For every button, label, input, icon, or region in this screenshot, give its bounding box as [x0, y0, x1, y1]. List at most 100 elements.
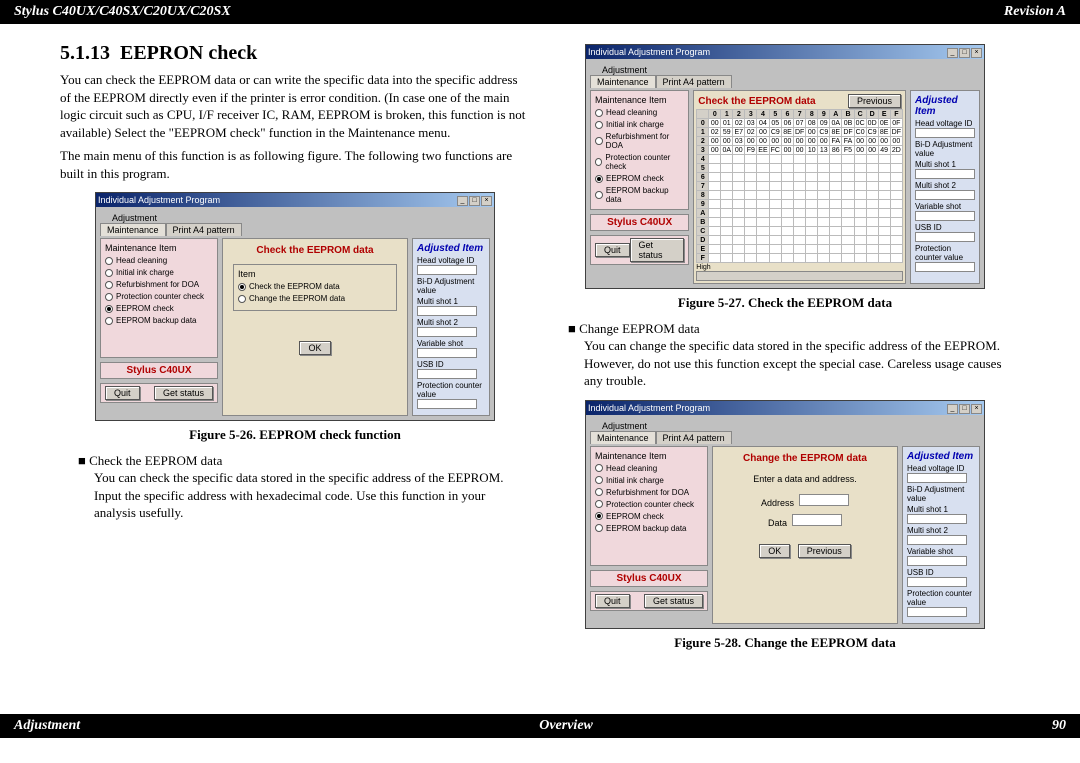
fig28-caption: Figure 5-28. Change the EEPROM data	[550, 635, 1020, 651]
data-input[interactable]	[792, 514, 842, 526]
bullet-change-eeprom: Change EEPROM data You can change the sp…	[568, 321, 1020, 390]
fig28-window: Individual Adjustment Program _□× Adjust…	[585, 400, 985, 629]
hex-grid: 0123456789ABCDEF0000102030405060708090A0…	[696, 109, 903, 263]
maint-legend: Maintenance Item	[105, 243, 213, 253]
radio-opt-change[interactable]: Change the EEPROM data	[238, 294, 392, 303]
bullet-check-eeprom: Check the EEPROM data You can check the …	[78, 453, 530, 522]
center-panel: Check the EEPROM data Item Check the EEP…	[222, 238, 408, 416]
fld-vs: Variable shot	[417, 339, 485, 358]
quit-button[interactable]: Quit	[595, 594, 630, 608]
fig26-window: Individual Adjustment Program _□× Adjust…	[95, 192, 495, 421]
right-column: Individual Adjustment Program _□× Adjust…	[550, 34, 1020, 694]
max-icon[interactable]: □	[959, 48, 970, 58]
max-icon[interactable]: □	[469, 196, 480, 206]
tab-maintenance[interactable]: Maintenance	[100, 223, 166, 236]
model-panel: Stylus C40UX	[100, 362, 218, 379]
radio-eeprom-backup[interactable]: EEPROM backup data	[105, 316, 213, 325]
tab-row: Maintenance Print A4 pattern	[100, 223, 490, 236]
header-right: Revision A	[1004, 4, 1066, 20]
tab-maintenance[interactable]: Maintenance	[590, 431, 656, 444]
bullet-list-2: Change EEPROM data You can change the sp…	[568, 321, 1020, 390]
address-input[interactable]	[799, 494, 849, 506]
ok-button[interactable]: OK	[759, 544, 790, 558]
window-body: Adjustment Maintenance Print A4 pattern …	[96, 207, 494, 420]
fld-ms2: Multi shot 2	[417, 318, 485, 337]
radio-opt-check[interactable]: Check the EEPROM data	[238, 282, 392, 291]
fig26-caption: Figure 5-26. EEPROM check function	[60, 427, 530, 443]
quit-button[interactable]: Quit	[595, 243, 630, 257]
min-icon[interactable]: _	[947, 404, 958, 414]
tab-maintenance[interactable]: Maintenance	[590, 75, 656, 88]
quit-button[interactable]: Quit	[105, 386, 140, 400]
center-title: Check the EEPROM data	[227, 245, 403, 256]
max-icon[interactable]: □	[959, 404, 970, 414]
radio-initial-ink[interactable]: Initial ink charge	[105, 268, 213, 277]
tab-print-a4[interactable]: Print A4 pattern	[166, 223, 242, 236]
tab-print-a4[interactable]: Print A4 pattern	[656, 431, 732, 444]
footer-center: Overview	[539, 718, 593, 734]
panels-row: Maintenance Item Head cleaning Initial i…	[100, 238, 490, 416]
high-label: High	[696, 264, 903, 271]
figure-27: Individual Adjustment Program _□× Adjust…	[550, 44, 1020, 289]
fld-ms1: Multi shot 1	[417, 297, 485, 316]
tab-print-a4[interactable]: Print A4 pattern	[656, 75, 732, 88]
close-icon[interactable]: ×	[971, 404, 982, 414]
item-legend: Item	[238, 269, 392, 279]
model-label: Stylus C40UX	[105, 365, 213, 376]
data-label: Data	[768, 518, 787, 528]
radio-prot-counter[interactable]: Protection counter check	[105, 292, 213, 301]
close-icon[interactable]: ×	[481, 196, 492, 206]
adjusted-panel: Adjusted Item Head voltage ID Bi-D Adjus…	[412, 238, 490, 416]
intro-para-1: You can check the EEPROM data or can wri…	[60, 71, 530, 141]
radio-refurb[interactable]: Refurbishment for DOA	[105, 280, 213, 289]
quit-panel: Quit Get status	[100, 383, 218, 403]
fig27-window: Individual Adjustment Program _□× Adjust…	[585, 44, 985, 289]
fig27-titlebar: Individual Adjustment Program _□×	[586, 45, 984, 59]
adjusted-panel: Adjusted Item Head voltage ID Bi-D Adjus…	[910, 90, 980, 284]
adjusted-title: Adjusted Item	[417, 243, 485, 254]
scrollbar[interactable]	[696, 271, 903, 281]
address-label: Address	[761, 498, 794, 508]
fig27-caption: Figure 5-27. Check the EEPROM data	[550, 295, 1020, 311]
header-bar: Stylus C40UX/C40SX/C20UX/C20SX Revision …	[0, 0, 1080, 24]
min-icon[interactable]: _	[457, 196, 468, 206]
header-left: Stylus C40UX/C40SX/C20UX/C20SX	[14, 4, 231, 20]
get-status-button[interactable]: Get status	[630, 238, 685, 262]
window-buttons: _□×	[456, 194, 492, 206]
get-status-button[interactable]: Get status	[154, 386, 213, 400]
get-status-button[interactable]: Get status	[644, 594, 703, 608]
fig26-titlebar: Individual Adjustment Program _□×	[96, 193, 494, 207]
footer-right: 90	[1052, 718, 1066, 734]
page: Stylus C40UX/C40SX/C20UX/C20SX Revision …	[0, 0, 1080, 738]
footer-left: Adjustment	[14, 718, 80, 734]
footer-bar: Adjustment Overview 90	[0, 714, 1080, 738]
section-heading: 5.1.13 EEPRON check	[60, 42, 530, 65]
hex-panel: Check the EEPROM data Previous 012345678…	[693, 90, 906, 284]
previous-button[interactable]: Previous	[798, 544, 851, 558]
change-panel: Change the EEPROM data Enter a data and …	[712, 446, 898, 624]
adjusted-panel: Adjusted Item Head voltage ID Bi-D Adjus…	[902, 446, 980, 624]
bullet-list-1: Check the EEPROM data You can check the …	[78, 453, 530, 522]
min-icon[interactable]: _	[947, 48, 958, 58]
fld-pcv: Protection counter value	[417, 381, 485, 409]
maintenance-panel: Maintenance Item Head cleaning Initial i…	[100, 238, 218, 358]
adj-label: Adjustment	[112, 213, 478, 223]
maintenance-panel: Maintenance Item Head cleaning Initial i…	[590, 90, 689, 210]
radio-eeprom-check[interactable]: EEPROM check	[105, 304, 213, 313]
ok-button[interactable]: OK	[299, 341, 330, 355]
fld-head-v: Head voltage ID	[417, 256, 485, 275]
fld-usb: USB ID	[417, 360, 485, 379]
content-area: 5.1.13 EEPRON check You can check the EE…	[0, 24, 1080, 714]
left-column: 5.1.13 EEPRON check You can check the EE…	[60, 34, 530, 694]
window-title: Individual Adjustment Program	[588, 47, 710, 57]
window-title: Individual Adjustment Program	[98, 195, 220, 205]
radio-head-cleaning[interactable]: Head cleaning	[105, 256, 213, 265]
figure-26: Individual Adjustment Program _□× Adjust…	[60, 192, 530, 421]
maintenance-panel: Maintenance Item Head cleaning Initial i…	[590, 446, 708, 566]
close-icon[interactable]: ×	[971, 48, 982, 58]
enter-prompt: Enter a data and address.	[717, 474, 893, 484]
intro-para-2: The main menu of this function is as fol…	[60, 147, 530, 182]
figure-28: Individual Adjustment Program _□× Adjust…	[550, 400, 1020, 629]
fld-bid: Bi-D Adjustment value	[417, 277, 485, 295]
previous-button[interactable]: Previous	[848, 94, 901, 108]
